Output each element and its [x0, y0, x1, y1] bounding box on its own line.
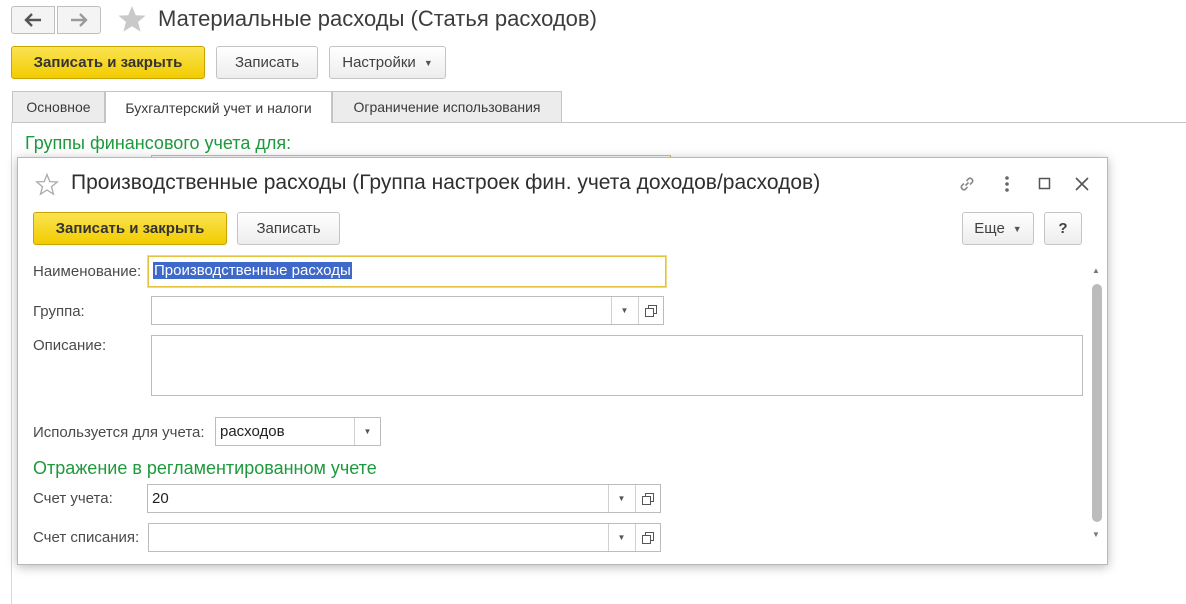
financial-groups-heading: Группы финансового учета для: — [25, 133, 292, 153]
chevron-down-icon: ▼ — [423, 57, 433, 68]
account-value: 20 — [152, 490, 169, 507]
regulated-accounting-heading: Отражение в регламентированном учете — [33, 458, 377, 478]
scroll-up-icon[interactable]: ▲ — [1092, 266, 1100, 275]
name-label: Наименование: — [33, 263, 142, 280]
save-close-button[interactable]: Записать и закрыть — [11, 46, 205, 79]
chevron-down-icon[interactable]: ▼ — [608, 524, 634, 551]
close-icon[interactable] — [1071, 173, 1093, 195]
dialog-save-close-button[interactable]: Записать и закрыть — [33, 212, 227, 245]
description-label: Описание: — [33, 337, 107, 354]
page-border — [11, 122, 12, 604]
scroll-down-icon[interactable]: ▼ — [1092, 530, 1100, 539]
used-for-value: расходов — [220, 423, 285, 440]
forward-button[interactable] — [57, 6, 101, 34]
settings-button[interactable]: Настройки ▼ — [329, 46, 446, 79]
tab-accounting[interactable]: Бухгалтерский учет и налоги — [105, 91, 332, 123]
tab-usage-restriction[interactable]: Ограничение использования — [332, 91, 562, 122]
used-for-label: Используется для учета: — [33, 424, 205, 441]
help-button[interactable]: ? — [1044, 212, 1082, 245]
name-field[interactable]: Производственные расходы — [148, 256, 666, 287]
writeoff-field[interactable]: ▼ — [148, 523, 661, 552]
group-label: Группа: — [33, 303, 85, 320]
more-icon[interactable] — [996, 173, 1018, 195]
open-icon[interactable] — [635, 485, 659, 512]
page-title: Материальные расходы (Статья расходов) — [158, 6, 597, 31]
dialog-title: Производственные расходы (Группа настрое… — [71, 171, 821, 194]
tab-main[interactable]: Основное — [12, 91, 105, 122]
star-icon[interactable] — [35, 173, 59, 196]
save-button[interactable]: Записать — [216, 46, 318, 79]
arrow-right-icon — [71, 13, 88, 27]
settings-label: Настройки — [342, 54, 416, 71]
account-field[interactable]: 20 ▼ — [147, 484, 661, 513]
account-label: Счет учета: — [33, 490, 113, 507]
dialog-save-button[interactable]: Записать — [237, 212, 340, 245]
scrollbar-thumb[interactable] — [1092, 284, 1102, 522]
arrow-left-icon — [24, 13, 41, 27]
chevron-down-icon[interactable]: ▼ — [354, 418, 380, 445]
maximize-icon[interactable] — [1034, 173, 1056, 195]
chevron-down-icon[interactable]: ▼ — [608, 485, 634, 512]
name-value: Производственные расходы — [153, 262, 352, 279]
link-icon[interactable] — [956, 173, 978, 195]
writeoff-label: Счет списания: — [33, 529, 140, 546]
description-field[interactable] — [151, 335, 1083, 396]
chevron-down-icon: ▼ — [1012, 223, 1022, 234]
star-icon[interactable] — [117, 5, 147, 33]
group-settings-dialog: Производственные расходы (Группа настрое… — [17, 157, 1108, 565]
group-field[interactable]: ▼ — [151, 296, 664, 325]
open-icon[interactable] — [638, 297, 662, 324]
chevron-down-icon[interactable]: ▼ — [611, 297, 637, 324]
more-label: Еще — [974, 220, 1005, 237]
open-icon[interactable] — [635, 524, 659, 551]
more-button[interactable]: Еще ▼ — [962, 212, 1034, 245]
used-for-select[interactable]: расходов ▼ — [215, 417, 381, 446]
back-button[interactable] — [11, 6, 55, 34]
